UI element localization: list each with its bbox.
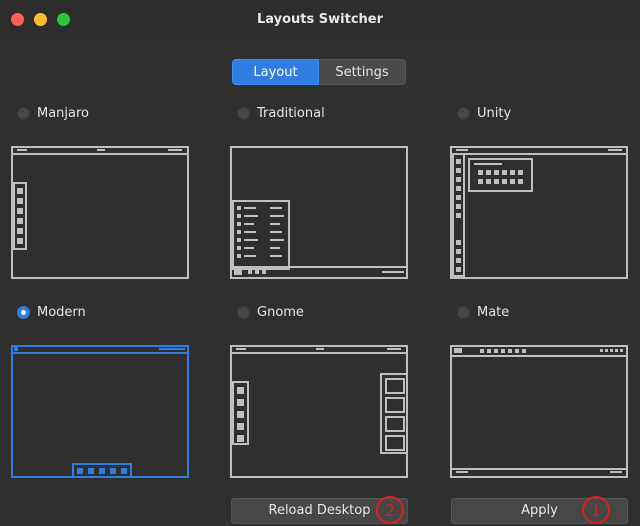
layout-preview-traditional[interactable] <box>230 146 408 279</box>
layout-preview-unity[interactable] <box>450 146 628 279</box>
radio-button[interactable] <box>457 106 470 120</box>
layout-label: Mate <box>477 304 510 320</box>
bottom-panel <box>452 468 626 476</box>
top-panel <box>232 347 406 354</box>
start-menu <box>232 200 290 270</box>
layout-option-traditional[interactable]: Traditional <box>237 103 325 123</box>
tab-layout[interactable]: Layout <box>232 59 319 85</box>
layout-label: Modern <box>37 304 86 320</box>
radio-button[interactable] <box>237 106 250 120</box>
layout-option-gnome[interactable]: Gnome <box>237 302 304 322</box>
dash-panel <box>232 381 249 445</box>
workspace-panel <box>380 373 408 454</box>
layout-preview-mate[interactable] <box>450 345 628 478</box>
bottom-panel <box>232 266 406 277</box>
title-bar: Layouts Switcher <box>0 0 640 40</box>
top-panel <box>452 148 626 155</box>
bottom-dock <box>72 463 132 478</box>
side-dock <box>13 182 27 250</box>
layout-option-manjaro[interactable]: Manjaro <box>17 103 89 123</box>
top-panel <box>13 148 187 155</box>
top-panel <box>13 347 187 354</box>
layout-preview-gnome[interactable] <box>230 345 408 478</box>
launcher <box>452 153 465 277</box>
top-panel <box>452 347 626 357</box>
layout-label: Unity <box>477 105 512 121</box>
layout-option-unity[interactable]: Unity <box>457 103 511 123</box>
layout-option-modern[interactable]: Modern <box>17 302 86 322</box>
layout-preview-manjaro[interactable] <box>11 146 189 279</box>
dash-overlay <box>468 158 533 192</box>
window-title: Layouts Switcher <box>256 12 384 27</box>
layout-label: Manjaro <box>37 105 90 121</box>
layout-preview-modern[interactable] <box>11 345 189 478</box>
radio-button[interactable] <box>237 305 250 319</box>
radio-button[interactable] <box>17 106 30 120</box>
callout-number-1: 1 <box>582 496 610 524</box>
radio-button-selected[interactable] <box>17 305 30 319</box>
layout-option-mate[interactable]: Mate <box>457 302 509 322</box>
callout-number-2: 2 <box>376 496 404 524</box>
tab-settings[interactable]: Settings <box>319 59 406 85</box>
radio-button[interactable] <box>457 305 470 319</box>
layout-label: Traditional <box>257 105 325 121</box>
layout-label: Gnome <box>257 304 304 320</box>
tab-bar: Layout Settings <box>232 59 406 85</box>
